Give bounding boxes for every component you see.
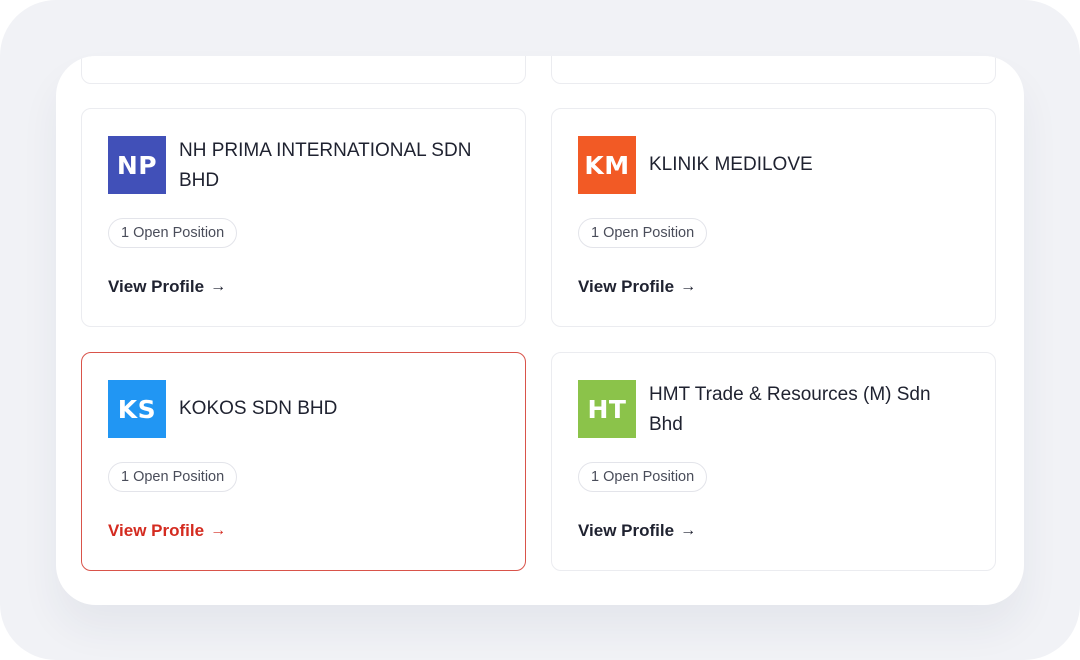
view-profile-label: View Profile <box>578 521 675 540</box>
company-logo: HT <box>578 380 636 438</box>
arrow-right-icon: → <box>680 278 697 295</box>
company-card-partial-left[interactable] <box>81 56 526 84</box>
company-logo: KS <box>108 380 166 438</box>
company-name: KOKOS SDN BHD <box>179 398 338 419</box>
company-logo: NP <box>108 136 166 194</box>
arrow-right-icon: → <box>210 278 227 295</box>
view-profile-link[interactable]: View Profile → <box>108 521 226 541</box>
outer-frame: NP NH PRIMA INTERNATIONAL SDN BHD 1 Open… <box>0 0 1080 660</box>
view-profile-label: View Profile <box>578 277 675 296</box>
view-profile-link[interactable]: View Profile → <box>578 277 696 297</box>
view-profile-link[interactable]: View Profile → <box>578 521 696 541</box>
company-name: NH PRIMA INTERNATIONAL SDN BHD <box>179 140 472 191</box>
arrow-right-icon: → <box>680 522 697 539</box>
company-card-nh-prima[interactable]: NP NH PRIMA INTERNATIONAL SDN BHD 1 Open… <box>81 108 526 327</box>
view-profile-link[interactable]: View Profile → <box>108 277 226 297</box>
company-card-hmt-trade[interactable]: HT HMT Trade & Resources (M) Sdn Bhd 1 O… <box>551 352 996 571</box>
open-positions-badge: 1 Open Position <box>108 218 238 248</box>
view-profile-label: View Profile <box>108 521 205 540</box>
open-positions-badge: 1 Open Position <box>578 462 708 492</box>
company-logo: KM <box>578 136 636 194</box>
company-card-klinik-medilove[interactable]: KM KLINIK MEDILOVE 1 Open Position View … <box>551 108 996 327</box>
open-positions-badge: 1 Open Position <box>578 218 708 248</box>
company-card-kokos[interactable]: KS KOKOS SDN BHD 1 Open Position View Pr… <box>81 352 526 571</box>
company-card-partial-right[interactable] <box>551 56 996 84</box>
company-name: HMT Trade & Resources (M) Sdn Bhd <box>649 384 931 435</box>
arrow-right-icon: → <box>210 522 227 539</box>
company-list-panel: NP NH PRIMA INTERNATIONAL SDN BHD 1 Open… <box>56 56 1024 605</box>
open-positions-badge: 1 Open Position <box>108 462 238 492</box>
company-name: KLINIK MEDILOVE <box>649 154 813 175</box>
view-profile-label: View Profile <box>108 277 205 296</box>
